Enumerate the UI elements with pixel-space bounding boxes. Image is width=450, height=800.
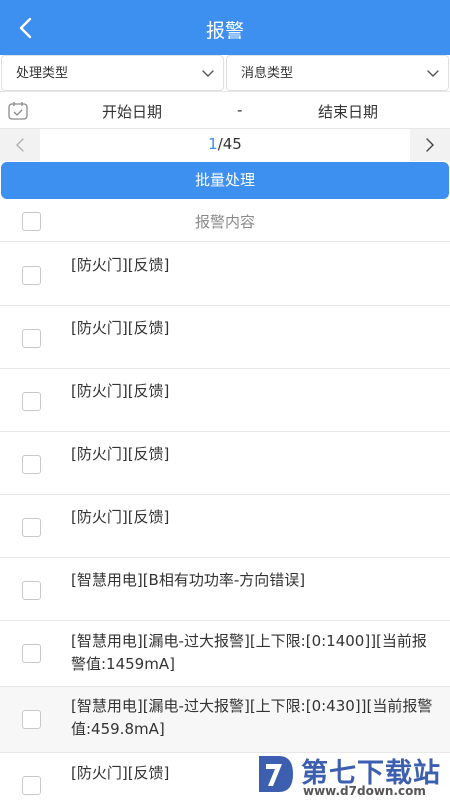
watermark-url: www.d7down.com <box>303 784 426 798</box>
alarm-content: [智慧用电][漏电-过大报警][上下限:[0:1400]][当前报警值:1459… <box>71 632 427 673</box>
alarm-content: [防火门][反馈] <box>71 445 170 463</box>
total-pages: /45 <box>217 135 242 153</box>
message-type-label: 消息类型 <box>241 66 294 81</box>
alarm-content: [防火门][反馈] <box>71 382 170 400</box>
next-page-button[interactable] <box>410 129 450 161</box>
alarm-list: [防火门][反馈] [防火门][反馈] [防火门][反馈] [防火门][反馈] [防火门… <box>0 243 450 800</box>
batch-process-button[interactable]: 批量处理 <box>1 162 449 199</box>
row-checkbox[interactable] <box>22 455 41 474</box>
calendar-icon[interactable] <box>7 101 29 121</box>
list-item[interactable]: [智慧用电][B相有功功率-方向错误] <box>0 558 450 621</box>
list-item[interactable]: [防火门][反馈] <box>0 432 450 495</box>
watermark: 第七下载站 www.d7down.com <box>255 748 450 800</box>
alarm-content: [防火门][反馈] <box>71 508 170 526</box>
current-page: 1 <box>208 135 218 153</box>
row-checkbox[interactable] <box>22 392 41 411</box>
row-checkbox[interactable] <box>22 329 41 348</box>
pagination: 1/45 <box>0 129 450 161</box>
row-checkbox[interactable] <box>22 581 41 600</box>
list-item[interactable]: [防火门][反馈] <box>0 495 450 558</box>
row-checkbox[interactable] <box>22 266 41 285</box>
handle-type-select[interactable]: 处理类型 <box>1 55 224 91</box>
date-range-bar: 开始日期 - 结束日期 <box>0 92 450 129</box>
page-indicator: 1/45 <box>0 135 450 153</box>
chevron-down-icon <box>427 70 439 77</box>
list-item[interactable]: [智慧用电][漏电-过大报警][上下限:[0:430]][当前报警值:459.8… <box>0 687 450 753</box>
start-date-field[interactable]: 开始日期 <box>102 101 162 122</box>
row-checkbox[interactable] <box>22 518 41 537</box>
end-date-field[interactable]: 结束日期 <box>318 101 378 122</box>
page-title: 报警 <box>205 20 244 42</box>
list-item[interactable]: [防火门][反馈] <box>0 369 450 432</box>
d7-logo-icon <box>259 756 293 792</box>
date-separator: - <box>237 101 243 119</box>
message-type-select[interactable]: 消息类型 <box>226 55 449 91</box>
alarm-content: [防火门][反馈] <box>71 319 170 337</box>
row-checkbox[interactable] <box>22 710 41 729</box>
alarm-content: [智慧用电][B相有功功率-方向错误] <box>71 571 306 589</box>
row-checkbox[interactable] <box>22 776 41 795</box>
chevron-right-icon <box>426 138 434 152</box>
alarm-content: [防火门][反馈] <box>71 256 170 274</box>
list-item[interactable]: [防火门][反馈] <box>0 243 450 306</box>
list-header: 报警内容 <box>0 200 450 242</box>
alarm-content: [智慧用电][漏电-过大报警][上下限:[0:430]][当前报警值:459.8… <box>71 697 433 738</box>
chevron-down-icon <box>202 70 214 77</box>
handle-type-label: 处理类型 <box>16 66 69 81</box>
app-header: 报警 <box>0 0 450 55</box>
row-checkbox[interactable] <box>22 644 41 663</box>
list-header-label: 报警内容 <box>194 213 255 231</box>
list-item[interactable]: [防火门][反馈] <box>0 306 450 369</box>
list-item[interactable]: [智慧用电][漏电-过大报警][上下限:[0:1400]][当前报警值:1459… <box>0 621 450 687</box>
